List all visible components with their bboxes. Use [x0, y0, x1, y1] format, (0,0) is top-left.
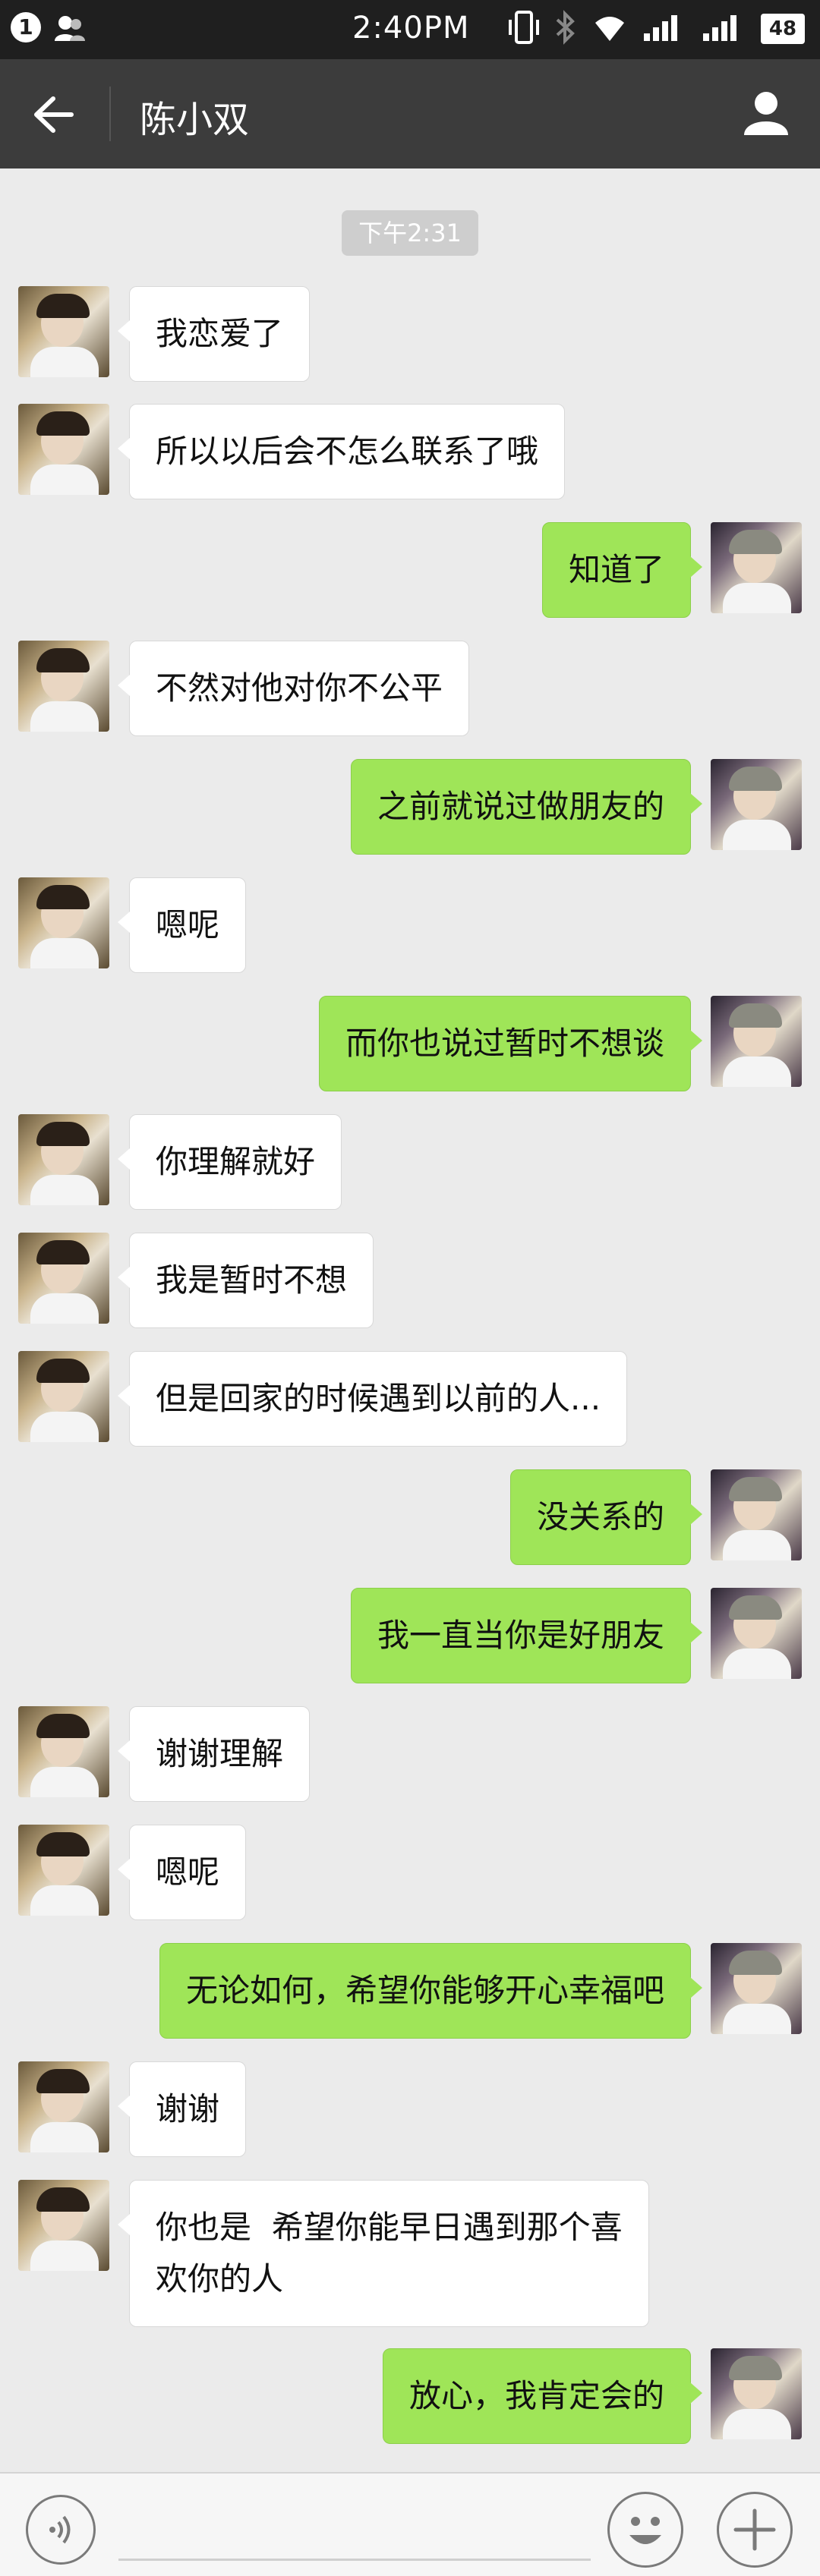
status-bar: 1 2:40PM 48	[0, 0, 820, 59]
person-icon	[53, 14, 87, 47]
my-avatar[interactable]	[711, 1469, 802, 1560]
contact-avatar[interactable]	[18, 286, 109, 377]
outgoing-message-bubble[interactable]: 我一直当你是好朋友	[350, 1588, 703, 1683]
message-text: 无论如何，希望你能够开心幸福吧	[185, 1972, 664, 2009]
contact-avatar[interactable]	[18, 2061, 109, 2152]
message-text: 你理解就好	[156, 1143, 316, 1180]
timestamp-chip: 下午2:31	[342, 210, 478, 256]
incoming-message-bubble[interactable]: 所以以后会不怎么联系了哦	[117, 404, 566, 499]
outgoing-message-bubble[interactable]: 无论如何，希望你能够开心幸福吧	[159, 1943, 703, 2039]
message-text: 谢谢理解	[156, 1735, 284, 1772]
incoming-message-bubble[interactable]: 不然对他对你不公平	[117, 641, 470, 736]
message-text: 但是回家的时候遇到以前的人...	[156, 1380, 601, 1417]
my-avatar[interactable]	[711, 2348, 802, 2439]
message-text: 我一直当你是好朋友	[377, 1617, 664, 1654]
message-text: 嗯呢	[156, 906, 220, 943]
message-text: 你也是 希望你能早日遇到那个喜 欢你的人	[156, 2209, 623, 2297]
message-text: 不然对他对你不公平	[156, 669, 443, 707]
vibrate-icon	[507, 9, 541, 49]
outgoing-message-bubble[interactable]: 放心，我肯定会的	[382, 2348, 703, 2444]
battery-indicator: 48	[761, 14, 805, 44]
message-text: 谢谢	[156, 2090, 220, 2127]
contact-avatar[interactable]	[18, 1706, 109, 1797]
message-text: 所以以后会不怎么联系了哦	[156, 433, 539, 470]
message-text: 我恋爱了	[156, 315, 284, 352]
incoming-message-bubble[interactable]: 你也是 希望你能早日遇到那个喜 欢你的人	[118, 2180, 649, 2327]
voice-icon	[49, 2515, 71, 2544]
incoming-message-bubble[interactable]: 谢谢	[117, 2061, 247, 2157]
incoming-message-bubble[interactable]: 我恋爱了	[117, 286, 311, 382]
my-avatar[interactable]	[711, 1943, 802, 2034]
message-text: 放心，我肯定会的	[408, 2377, 664, 2414]
outgoing-message-bubble[interactable]: 没关系的	[509, 1469, 703, 1565]
incoming-message-bubble[interactable]: 嗯呢	[117, 1825, 247, 1920]
incoming-message-bubble[interactable]: 但是回家的时候遇到以前的人...	[117, 1351, 628, 1447]
status-time: 2:40PM	[352, 11, 470, 46]
outgoing-message-bubble[interactable]: 之前就说过做朋友的	[350, 759, 703, 855]
outgoing-message-bubble[interactable]: 知道了	[541, 522, 703, 618]
chat-area[interactable]: 下午2:31 我恋爱了所以以后会不怎么联系了哦知道了不然对他对你不公平之前就说过…	[0, 168, 820, 2472]
contact-avatar[interactable]	[18, 1825, 109, 1916]
contact-avatar[interactable]	[18, 877, 109, 968]
arrow-left-icon	[34, 96, 74, 133]
my-avatar[interactable]	[711, 759, 802, 850]
person-icon	[744, 92, 788, 135]
message-text: 没关系的	[536, 1498, 664, 1535]
input-bar	[0, 2472, 820, 2576]
my-avatar[interactable]	[711, 996, 802, 1087]
contact-avatar[interactable]	[18, 641, 109, 732]
message-text: 而你也说过暂时不想谈	[345, 1025, 664, 1062]
signal-icon	[642, 12, 688, 46]
chat-header: 陈小双	[0, 59, 820, 168]
contact-avatar[interactable]	[18, 1351, 109, 1442]
profile-button[interactable]	[740, 87, 793, 140]
header-divider	[109, 87, 111, 141]
message-text: 我是暂时不想	[156, 1261, 348, 1299]
back-button[interactable]	[29, 90, 79, 140]
bluetooth-icon	[554, 9, 577, 49]
wifi-icon	[591, 11, 629, 47]
incoming-message-bubble[interactable]: 谢谢理解	[117, 1706, 311, 1802]
voice-button[interactable]	[26, 2495, 96, 2565]
signal-icon	[702, 12, 747, 46]
notification-badge: 1	[11, 12, 41, 43]
contact-avatar[interactable]	[18, 2180, 109, 2271]
emoji-button[interactable]	[607, 2492, 683, 2568]
message-text: 嗯呢	[156, 1853, 220, 1891]
contact-avatar[interactable]	[18, 1233, 109, 1324]
emoji-icon	[629, 2517, 661, 2544]
outgoing-message-bubble[interactable]: 而你也说过暂时不想谈	[318, 996, 703, 1091]
message-input[interactable]	[118, 2559, 591, 2561]
incoming-message-bubble[interactable]: 我是暂时不想	[117, 1233, 374, 1328]
incoming-message-bubble[interactable]: 你理解就好	[117, 1114, 342, 1210]
plus-icon	[733, 2508, 776, 2551]
message-text: 之前就说过做朋友的	[377, 788, 664, 825]
plus-button[interactable]	[717, 2492, 793, 2568]
my-avatar[interactable]	[711, 522, 802, 613]
incoming-message-bubble[interactable]: 嗯呢	[117, 877, 247, 973]
contact-avatar[interactable]	[18, 404, 109, 495]
my-avatar[interactable]	[711, 1588, 802, 1679]
message-text: 知道了	[568, 551, 664, 588]
contact-avatar[interactable]	[18, 1114, 109, 1205]
page-title: 陈小双	[140, 99, 250, 141]
